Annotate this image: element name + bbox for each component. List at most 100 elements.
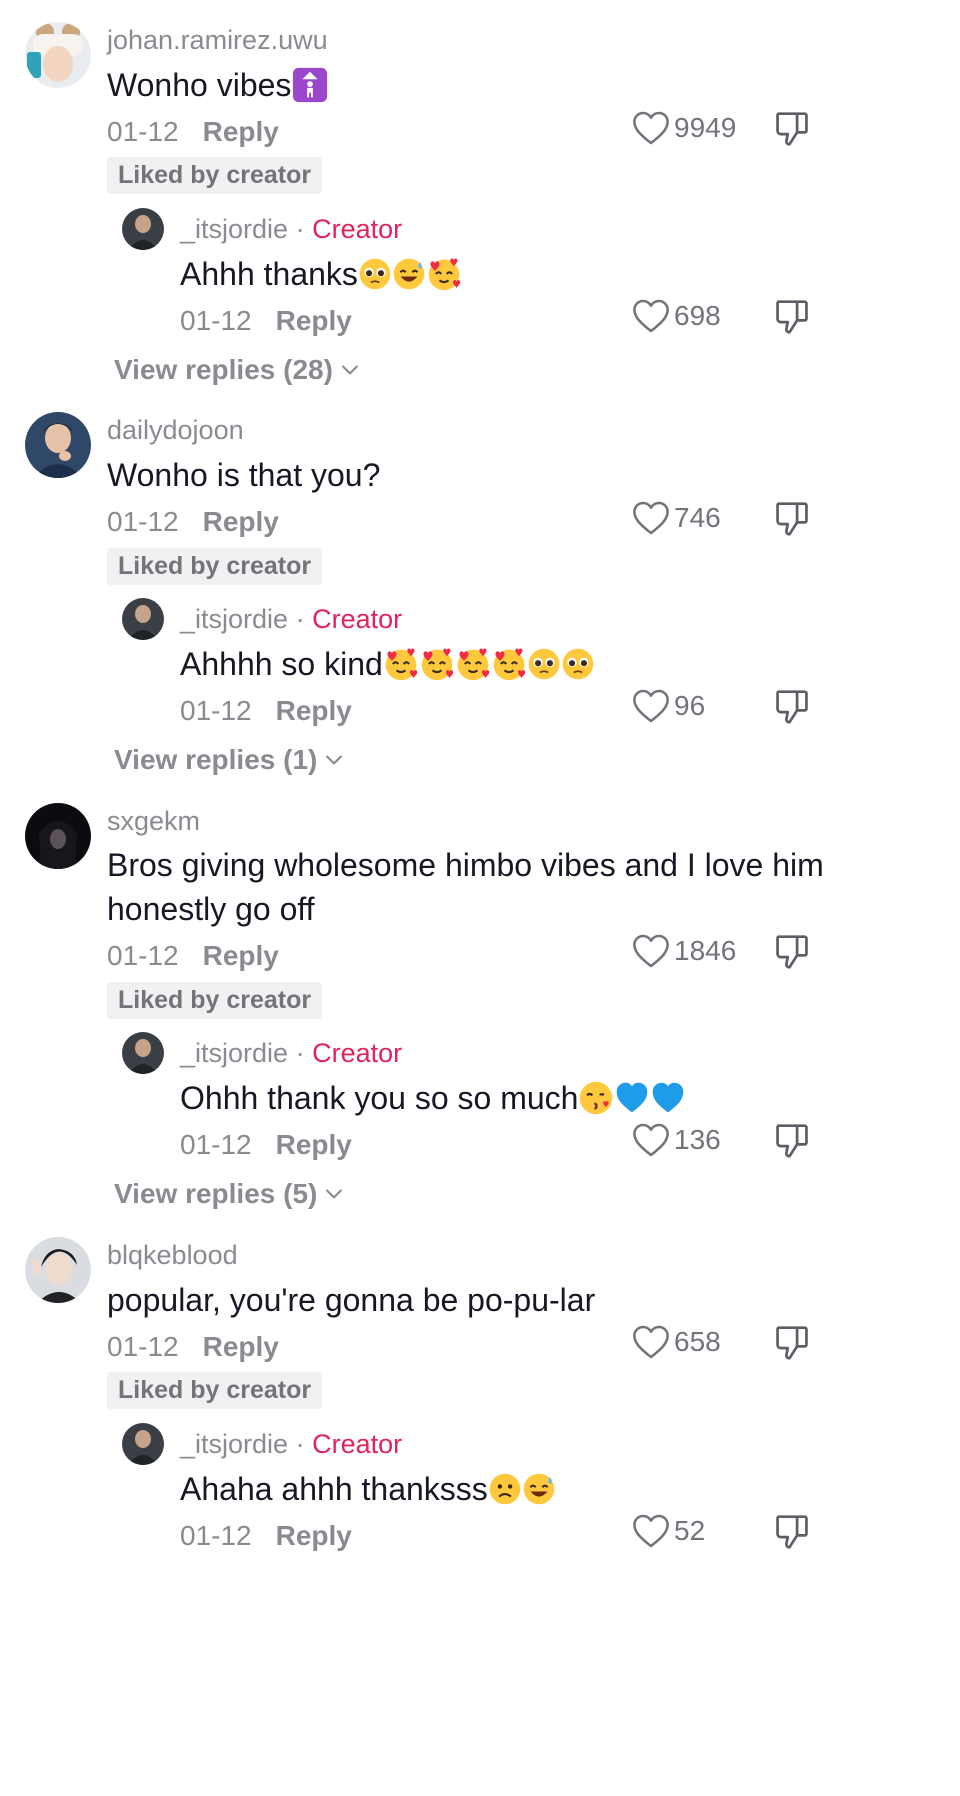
comment-text: popular, you're gonna be po-pu-lar [107,1282,596,1318]
comment-date: 01-12 [107,506,179,537]
reply-button[interactable]: Reply [203,1331,279,1362]
like-count: 698 [674,300,721,331]
avatar[interactable] [25,22,91,88]
comment-text: Bros giving wholesome himbo vibes and I … [107,847,824,927]
like-button[interactable]: 136 [632,1122,721,1158]
like-count: 746 [674,502,721,533]
creator-avatar[interactable] [122,1032,164,1074]
creator-reply-header: _itsjordie · Creator [180,1429,403,1459]
reply-date: 01-12 [180,305,252,336]
kissing-heart-emoji-icon [578,1080,614,1116]
creator-reply-meta: 01-12 Reply [180,305,352,337]
dislike-button[interactable] [775,110,809,148]
thumbs-down-icon [775,500,809,538]
heart-outline-icon [632,298,670,334]
creator-reply-header: _itsjordie · Creator [180,1038,403,1068]
view-replies-button[interactable]: View replies (1) [114,744,343,776]
creator-reply-meta: 01-12 Reply [180,1520,352,1552]
reply-button[interactable]: Reply [276,305,352,336]
pleading-face-emoji-icon [561,647,595,681]
creator-reply-text: Ahhh thanks [180,249,462,299]
like-button[interactable]: 9949 [632,110,736,146]
dislike-button[interactable] [775,298,809,336]
heart-outline-icon [632,110,670,146]
blue-heart-emoji-icon [614,1080,650,1116]
thumbs-down-icon [775,1122,809,1160]
thumbs-down-icon [775,1324,809,1362]
sweat-smile-emoji-icon [522,1472,556,1506]
creator-username[interactable]: _itsjordie [180,1038,288,1068]
avatar[interactable] [25,1237,91,1303]
blue-heart-emoji-icon [650,1080,686,1116]
like-button[interactable]: 658 [632,1324,721,1360]
reply-button[interactable]: Reply [203,116,279,147]
pleading-face-emoji-icon [358,257,392,291]
like-count: 136 [674,1124,721,1155]
comment-meta: 01-12 Reply [107,116,279,148]
creator-reply-meta: 01-12 Reply [180,695,352,727]
like-button[interactable]: 746 [632,500,721,536]
sad-face-emoji-icon [488,1472,522,1506]
view-replies-button[interactable]: View replies (28) [114,354,359,386]
elevator-emoji-icon [291,66,329,104]
reply-button[interactable]: Reply [203,506,279,537]
heart-outline-icon [632,500,670,536]
reply-button[interactable]: Reply [276,695,352,726]
creator-username[interactable]: _itsjordie [180,1429,288,1459]
smiling-hearts-emoji-icon [383,646,419,682]
like-button[interactable]: 698 [632,298,721,334]
creator-reply-text: Ohhh thank you so so much [180,1073,686,1123]
like-button[interactable]: 52 [632,1513,705,1549]
like-button[interactable]: 96 [632,688,705,724]
creator-reply-meta: 01-12 Reply [180,1129,352,1161]
heart-outline-icon [632,933,670,969]
liked-by-creator-badge: Liked by creator [107,157,323,194]
comment-username[interactable]: johan.ramirez.uwu [107,25,328,56]
reply-button[interactable]: Reply [276,1520,352,1551]
creator-badge: Creator [312,1429,403,1459]
like-count: 52 [674,1515,706,1546]
comment-meta: 01-12 Reply [107,1331,279,1363]
like-count: 1846 [674,935,737,966]
thumbs-down-icon [775,688,809,726]
creator-reply-text: Ahaha ahhh thanksss [180,1464,556,1514]
dislike-button[interactable] [775,500,809,538]
comment-username[interactable]: dailydojoon [107,415,244,446]
thumbs-down-icon [775,298,809,336]
creator-username[interactable]: _itsjordie [180,214,288,244]
avatar[interactable] [25,412,91,478]
creator-badge: Creator [312,214,403,244]
sweat-smile-emoji-icon [392,257,426,291]
dislike-button[interactable] [775,688,809,726]
creator-avatar[interactable] [122,208,164,250]
comment-username[interactable]: blqkeblood [107,1240,238,1271]
reply-button[interactable]: Reply [203,940,279,971]
smiling-hearts-emoji-icon [491,646,527,682]
creator-reply-header: _itsjordie · Creator [180,214,403,244]
comment-meta: 01-12 Reply [107,940,279,972]
avatar[interactable] [25,803,91,869]
dislike-button[interactable] [775,933,809,971]
smiling-hearts-emoji-icon [419,646,455,682]
dislike-button[interactable] [775,1513,809,1551]
reply-date: 01-12 [180,1520,252,1551]
creator-avatar[interactable] [122,598,164,640]
creator-reply-header: _itsjordie · Creator [180,604,403,634]
liked-by-creator-badge: Liked by creator [107,548,323,585]
comment-username[interactable]: sxgekm [107,806,200,837]
heart-outline-icon [632,1324,670,1360]
creator-avatar[interactable] [122,1423,164,1465]
comment-date: 01-12 [107,116,179,147]
comment-text: Wonho vibes [107,60,329,110]
dislike-button[interactable] [775,1324,809,1362]
chevron-down-icon [325,1188,343,1200]
heart-outline-icon [632,1122,670,1158]
smiling-hearts-emoji-icon [455,646,491,682]
chevron-down-icon [325,754,343,766]
like-button[interactable]: 1846 [632,933,736,969]
dislike-button[interactable] [775,1122,809,1160]
reply-button[interactable]: Reply [276,1129,352,1160]
view-replies-button[interactable]: View replies (5) [114,1178,343,1210]
creator-username[interactable]: _itsjordie [180,604,288,634]
creator-badge: Creator [312,604,403,634]
